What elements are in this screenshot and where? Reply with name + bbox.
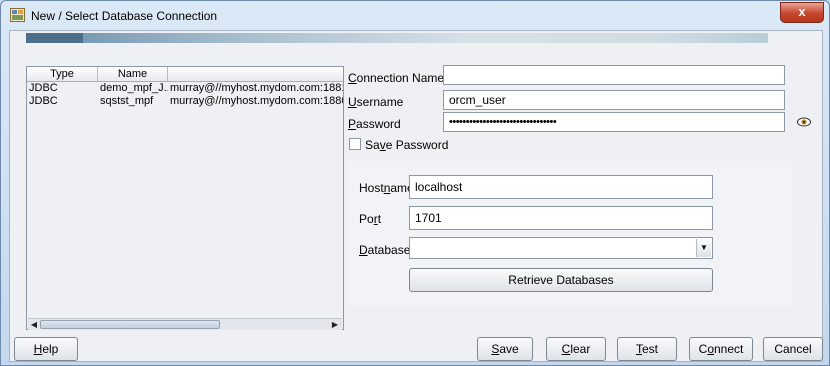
save-password-label: Save Password (365, 138, 449, 152)
port-input[interactable]: 1701 (409, 206, 713, 230)
cell-name: sqstst_mpf (100, 95, 154, 107)
password-input[interactable]: •••••••••••••••••••••••••••••••• (443, 112, 785, 132)
close-button[interactable]: x (780, 2, 824, 23)
database-label: Database (359, 243, 411, 257)
help-button[interactable]: Help (14, 337, 78, 361)
horizontal-scrollbar[interactable]: ◀ ▶ (28, 318, 342, 330)
cell-type: JDBC (29, 95, 58, 107)
scrollbar-thumb[interactable] (40, 320, 220, 329)
database-select[interactable]: ▼ (409, 237, 713, 259)
column-header-url[interactable] (168, 67, 343, 81)
hostname-input[interactable]: localhost (409, 175, 713, 199)
column-header-type[interactable]: Type (27, 67, 98, 81)
connect-button[interactable]: Connect (689, 337, 753, 361)
clear-button[interactable]: Clear (546, 337, 606, 361)
connection-name-input[interactable] (443, 65, 785, 85)
banner-accent (26, 33, 83, 43)
window-title: New / Select Database Connection (31, 9, 218, 23)
scroll-left-icon[interactable]: ◀ (29, 319, 39, 330)
column-header-name[interactable]: Name (98, 67, 168, 81)
username-label: Username (348, 95, 404, 109)
save-button[interactable]: Save (477, 337, 533, 361)
connections-table[interactable]: Type Name JDBC demo_mpf_J... murray@//my… (26, 66, 344, 330)
scroll-right-icon[interactable]: ▶ (330, 319, 340, 330)
show-password-eye-icon[interactable] (797, 117, 811, 127)
cell-name: demo_mpf_J... (100, 82, 168, 94)
port-label: Port (359, 212, 382, 226)
database-select-value (410, 241, 415, 255)
test-button[interactable]: Test (617, 337, 677, 361)
save-password-checkbox[interactable] (349, 138, 361, 150)
dialog-client-area: Type Name JDBC demo_mpf_J... murray@//my… (9, 30, 823, 362)
cancel-button[interactable]: Cancel (763, 337, 823, 361)
table-row[interactable]: JDBC demo_mpf_J... murray@//myhost.mydom… (27, 82, 343, 95)
retrieve-databases-button[interactable]: Retrieve Databases (409, 268, 713, 292)
title-bar[interactable]: New / Select Database Connection x (1, 1, 829, 29)
chevron-down-icon[interactable]: ▼ (696, 239, 711, 257)
cell-type: JDBC (29, 82, 58, 94)
database-app-icon (10, 8, 25, 22)
password-label: Password (348, 117, 401, 131)
header-banner (26, 33, 768, 43)
hostname-label: Hostname (359, 181, 414, 195)
close-icon: x (798, 4, 806, 19)
cell-url: murray@//myhost.mydom.com:1880/dis (170, 95, 343, 107)
connection-name-label: Connection Name (348, 71, 445, 85)
cell-url: murray@//myhost.mydom.com:1881/dis (170, 82, 343, 94)
host-settings-panel: Hostname localhost Port 1701 Database ▼ … (348, 161, 792, 306)
table-row[interactable]: JDBC sqstst_mpf murray@//myhost.mydom.co… (27, 95, 343, 108)
username-input[interactable]: orcm_user (443, 90, 785, 110)
dialog-window: New / Select Database Connection x Type … (0, 0, 830, 366)
table-header: Type Name (27, 67, 343, 82)
